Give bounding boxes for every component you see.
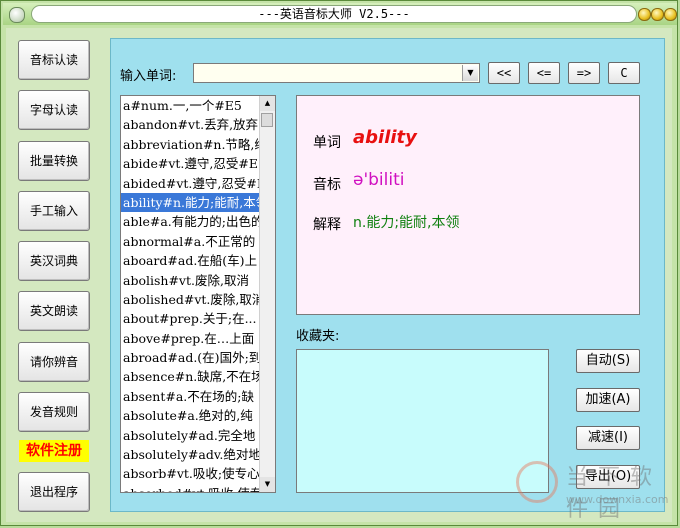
list-item[interactable]: abolish#vt.废除,取消 <box>121 271 261 290</box>
slower-button[interactable]: 减速(I) <box>576 426 640 450</box>
list-item[interactable]: absolutely#ad.完全地 <box>121 426 261 445</box>
list-item[interactable]: absolutely#adv.绝对地 <box>121 445 261 464</box>
batch-convert-button[interactable]: 批量转换 <box>18 141 90 181</box>
list-item[interactable]: aboard#ad.在船(车)上 <box>121 251 261 270</box>
list-item[interactable]: able#a.有能力的;出色的 <box>121 212 261 231</box>
phonetic-label: 音标 <box>313 177 341 193</box>
scroll-thumb[interactable] <box>261 113 273 127</box>
word-label: 单词 <box>313 135 341 151</box>
exit-button[interactable]: 退出程序 <box>18 472 90 512</box>
word-detail-panel: 单词 ability 音标 ə'biliti 解释 n.能力;能耐,本领 <box>296 95 640 315</box>
list-item-selected[interactable]: ability#n.能力;能耐,本领 <box>121 192 261 213</box>
list-item[interactable]: about#prep.关于;在... <box>121 309 261 328</box>
faster-button[interactable]: 加速(A) <box>576 388 640 412</box>
favorites-box[interactable] <box>296 349 549 493</box>
list-item[interactable]: a#num.一,一个#E5 <box>121 96 261 115</box>
close-icon[interactable] <box>664 8 677 21</box>
scroll-up-icon[interactable]: ▲ <box>260 96 275 111</box>
list-item[interactable]: abandon#vt.丢弃,放弃 <box>121 115 261 134</box>
next-button[interactable]: => <box>568 62 600 84</box>
app-menu-icon[interactable] <box>9 7 25 23</box>
meaning-label: 解释 <box>313 217 341 233</box>
title-bar: ---英语音标大师 V2.5--- <box>3 3 677 25</box>
list-item[interactable]: abbreviation#n.节略,缩写 <box>121 135 261 154</box>
list-scrollbar[interactable]: ▲ ▼ <box>259 96 275 492</box>
auto-button[interactable]: 自动(S) <box>576 349 640 373</box>
list-item[interactable]: absence#n.缺席,不在场 <box>121 367 261 386</box>
list-item[interactable]: absolute#a.绝对的,纯 <box>121 406 261 425</box>
dropdown-arrow-icon[interactable]: ▼ <box>462 65 478 81</box>
first-button[interactable]: << <box>488 62 520 84</box>
phonetic-reading-button[interactable]: 音标认读 <box>18 40 90 80</box>
favorites-label: 收藏夹: <box>296 329 340 344</box>
register-link[interactable]: 软件注册 <box>19 440 89 462</box>
letter-reading-button[interactable]: 字母认读 <box>18 90 90 130</box>
input-label: 输入单词: <box>120 69 177 84</box>
phonetic-value: ə'biliti <box>353 170 405 190</box>
list-item[interactable]: above#prep.在…上面 <box>121 329 261 348</box>
dictionary-button[interactable]: 英汉词典 <box>18 241 90 281</box>
word-input-combo[interactable]: ▼ <box>193 63 480 83</box>
word-list[interactable]: a#num.一,一个#E5 abandon#vt.丢弃,放弃 abbreviatio… <box>120 95 276 493</box>
list-item[interactable]: absent#a.不在场的;缺 <box>121 387 261 406</box>
list-item[interactable]: abroad#ad.(在)国外;到 <box>121 348 261 367</box>
maximize-icon[interactable] <box>651 8 664 21</box>
manual-input-button[interactable]: 手工输入 <box>18 191 90 231</box>
window-title: ---英语音标大师 V2.5--- <box>31 5 637 23</box>
scroll-down-icon[interactable]: ▼ <box>260 477 275 492</box>
list-item[interactable]: abided#vt.遵守,忍受#E5 <box>121 174 261 193</box>
list-item[interactable]: abolished#vt.废除,取消 <box>121 290 261 309</box>
pronunciation-rules-button[interactable]: 发音规则 <box>18 392 90 432</box>
english-reading-button[interactable]: 英文朗读 <box>18 291 90 331</box>
list-item[interactable]: abnormal#a.不正常的 <box>121 232 261 251</box>
previous-button[interactable]: <= <box>528 62 560 84</box>
list-item[interactable]: absorbed#vt.吸收,使专 <box>121 484 261 492</box>
export-button[interactable]: 导出(O) <box>576 465 640 489</box>
sound-quiz-button[interactable]: 请你辨音 <box>18 342 90 382</box>
meaning-value: n.能力;能耐,本领 <box>353 215 460 231</box>
minimize-icon[interactable] <box>638 8 651 21</box>
clear-button[interactable]: C <box>608 62 640 84</box>
list-item[interactable]: abide#vt.遵守,忍受#E5 <box>121 154 261 173</box>
word-value: ability <box>353 127 417 148</box>
list-item[interactable]: absorb#vt.吸收;使专心 <box>121 464 261 483</box>
